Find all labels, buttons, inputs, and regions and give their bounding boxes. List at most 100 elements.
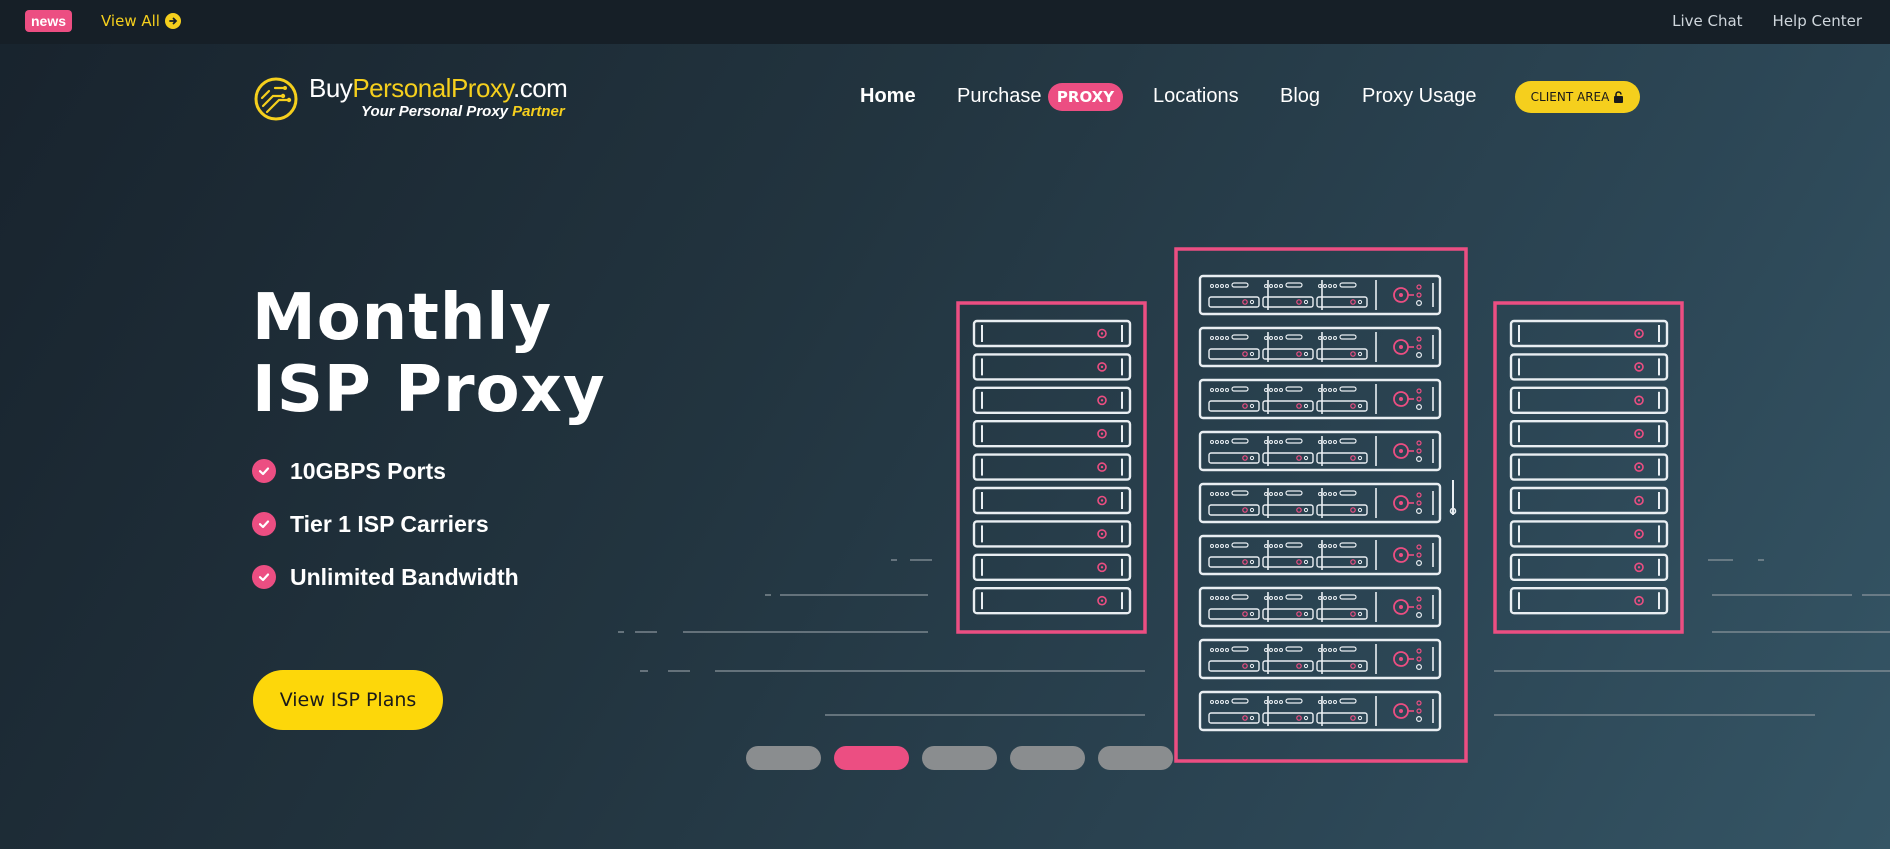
blade-indicator xyxy=(1225,284,1229,288)
blade-slot xyxy=(1339,490,1357,496)
blade-led xyxy=(1357,455,1363,461)
blade-indicator xyxy=(1210,336,1214,340)
view-all-link[interactable]: View All xyxy=(101,10,181,32)
blade-slot xyxy=(1285,698,1303,704)
blade-power-dot xyxy=(1399,605,1403,609)
blade-status xyxy=(1416,544,1422,550)
server-unit xyxy=(1509,520,1669,548)
logo-part-buy: Buy xyxy=(309,73,353,103)
blade-indicator xyxy=(1274,492,1278,496)
view-isp-plans-button[interactable]: View ISP Plans xyxy=(253,670,443,730)
server-led xyxy=(1097,362,1107,372)
server-unit xyxy=(972,386,1132,414)
blade-power xyxy=(1393,443,1409,459)
blade-drive xyxy=(1208,348,1260,360)
blade-led xyxy=(1296,299,1302,305)
blade-led xyxy=(1296,663,1302,669)
blade-indicator xyxy=(1328,388,1332,392)
server-led xyxy=(1634,362,1644,372)
blade-indicator xyxy=(1274,648,1278,652)
top-links: Live Chat Help Center xyxy=(1672,10,1862,32)
carousel-dot[interactable] xyxy=(1098,746,1173,770)
blade-led xyxy=(1350,663,1356,669)
blade-indicator xyxy=(1215,492,1219,496)
server-unit xyxy=(1509,553,1669,581)
nav-locations[interactable]: Locations xyxy=(1153,85,1239,108)
blade-slot xyxy=(1339,594,1357,600)
nav-blog[interactable]: Blog xyxy=(1280,85,1320,108)
blade-status xyxy=(1416,344,1422,350)
blade-led xyxy=(1249,715,1255,721)
logo-part-proxy: Proxy xyxy=(450,73,514,103)
blade-indicator xyxy=(1333,284,1337,288)
blade-drive xyxy=(1262,296,1314,308)
blade-led xyxy=(1350,559,1356,565)
live-chat-link[interactable]: Live Chat xyxy=(1672,10,1742,32)
server-unit xyxy=(1509,587,1669,615)
blade-drive xyxy=(1262,504,1314,516)
blade-led xyxy=(1296,611,1302,617)
blade-drive xyxy=(1208,556,1260,568)
logo-circuit-icon xyxy=(254,77,298,121)
blade-status xyxy=(1416,492,1422,498)
proxy-badge[interactable]: PROXY xyxy=(1048,83,1123,111)
carousel-dot[interactable] xyxy=(1010,746,1085,770)
blade-led xyxy=(1357,663,1363,669)
blade-drive xyxy=(1316,504,1368,516)
rack-handle-knob xyxy=(1449,507,1457,515)
blade-indicator xyxy=(1215,336,1219,340)
blade-server xyxy=(1198,378,1442,420)
blade-indicator xyxy=(1215,440,1219,444)
blade-indicator xyxy=(1274,336,1278,340)
blade-indicator xyxy=(1279,336,1283,340)
blade-power-dot xyxy=(1399,501,1403,505)
carousel-dot[interactable] xyxy=(922,746,997,770)
blade-status xyxy=(1416,292,1422,298)
client-area-label: CLIENT AREA xyxy=(1530,90,1610,104)
server-led-dot xyxy=(1100,566,1104,569)
carousel-dot[interactable] xyxy=(834,746,909,770)
server-unit xyxy=(1509,386,1669,414)
blade-indicator xyxy=(1269,544,1273,548)
blade-indicator xyxy=(1210,440,1214,444)
blade-led xyxy=(1357,351,1363,357)
client-area-button[interactable]: CLIENT AREA xyxy=(1515,81,1640,113)
server-led xyxy=(1634,462,1644,472)
blade-led xyxy=(1303,455,1309,461)
blade-slot xyxy=(1285,490,1303,496)
blade-status xyxy=(1415,611,1422,618)
check-circle-icon xyxy=(252,512,276,536)
blade-slot xyxy=(1231,438,1249,444)
news-badge[interactable]: news xyxy=(25,10,73,32)
blade-led xyxy=(1249,507,1255,513)
server-unit xyxy=(972,486,1132,515)
server-unit xyxy=(972,587,1132,615)
server-unit xyxy=(1509,353,1669,381)
server-led xyxy=(1097,495,1107,506)
server-unit xyxy=(972,520,1132,548)
nav-home[interactable]: Home xyxy=(860,85,916,108)
blade-slot xyxy=(1231,542,1249,548)
blade-status xyxy=(1416,700,1422,706)
blade-power xyxy=(1393,391,1409,407)
blade-indicator xyxy=(1264,596,1268,600)
blade-drive xyxy=(1316,556,1368,568)
blade-power-dot xyxy=(1399,449,1403,453)
blade-power xyxy=(1393,651,1409,667)
blade-led xyxy=(1242,299,1248,305)
carousel-dot[interactable] xyxy=(746,746,821,770)
nav-purchase[interactable]: Purchase xyxy=(957,85,1042,108)
blade-indicator xyxy=(1279,492,1283,496)
blade-indicator xyxy=(1225,492,1229,496)
blade-indicator xyxy=(1215,596,1219,600)
blade-led xyxy=(1350,611,1356,617)
blade-status xyxy=(1415,456,1422,463)
blade-indicator xyxy=(1269,492,1273,496)
logo-part-com: .com xyxy=(512,73,568,103)
blade-slot xyxy=(1231,698,1249,704)
blade-status xyxy=(1415,404,1422,411)
carousel-indicators xyxy=(746,746,1173,770)
nav-proxy-usage[interactable]: Proxy Usage xyxy=(1362,85,1477,108)
server-led xyxy=(1097,428,1107,439)
help-center-link[interactable]: Help Center xyxy=(1773,10,1862,32)
